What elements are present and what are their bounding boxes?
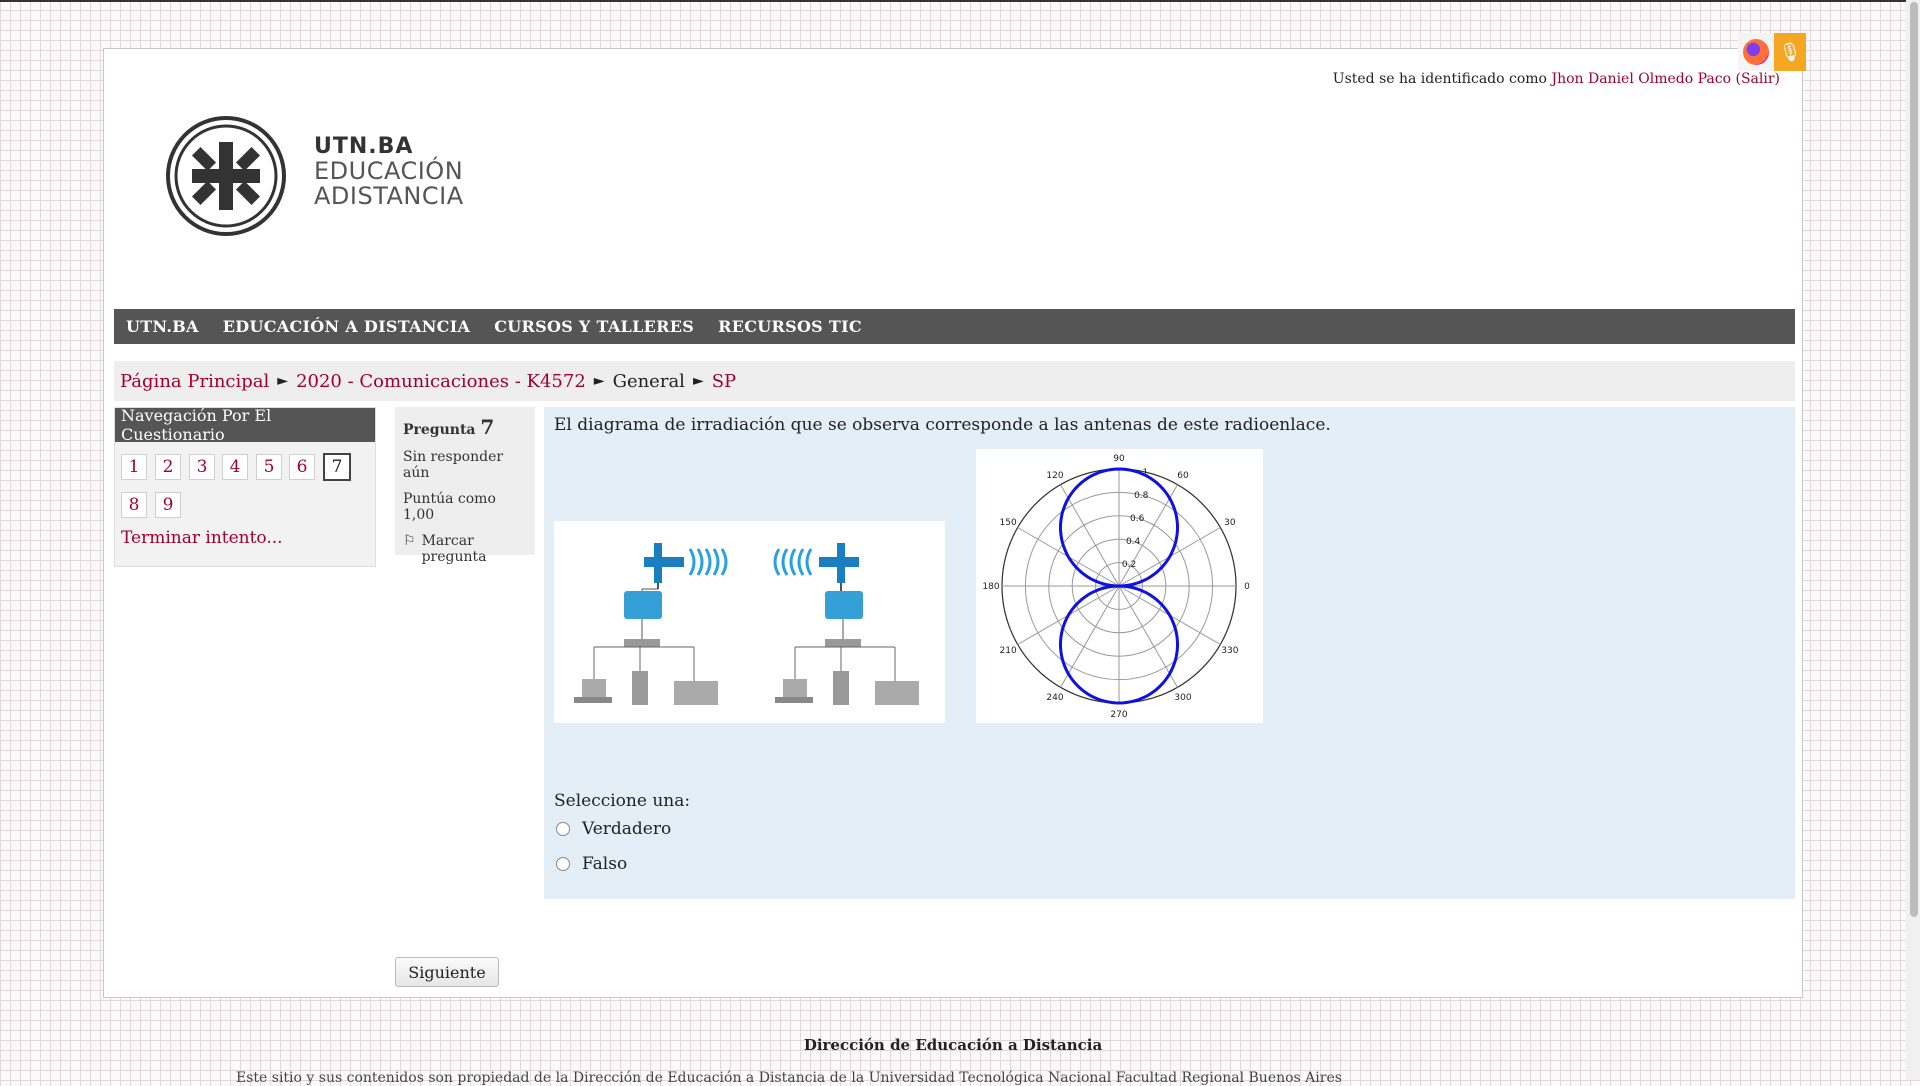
firefox-icon bbox=[1743, 39, 1769, 65]
radio-falso[interactable] bbox=[556, 857, 570, 871]
polar-angle-label: 60 bbox=[1177, 471, 1189, 481]
option-falso-label: Falso bbox=[582, 854, 628, 874]
question-status: Sin responder aún bbox=[403, 449, 504, 481]
question-button-2[interactable]: 2 bbox=[155, 454, 181, 480]
polar-angle-label: 240 bbox=[1046, 693, 1063, 703]
polar-angle-label: 120 bbox=[1046, 471, 1063, 481]
breadcrumb-quiz[interactable]: SP bbox=[712, 371, 736, 392]
firefox-extension-button[interactable] bbox=[1738, 33, 1774, 71]
breadcrumb-home[interactable]: Página Principal bbox=[120, 371, 269, 392]
logo-line-2: EDUCACIÓN bbox=[314, 157, 464, 185]
polar-angle-label: 330 bbox=[1221, 646, 1238, 656]
question-button-8[interactable]: 8 bbox=[121, 492, 147, 518]
question-button-1[interactable]: 1 bbox=[121, 454, 147, 480]
flag-icon: ⚐ bbox=[403, 533, 416, 549]
question-info: Pregunta 7 Sin responder aún Puntúa como… bbox=[395, 407, 535, 565]
polar-radius-label: 0.2 bbox=[1122, 560, 1136, 570]
utn-logo[interactable]: UTN.BA EDUCACIÓN ADISTANCIA bbox=[164, 114, 484, 239]
polar-spoke bbox=[1118, 585, 1178, 688]
breadcrumb-section: General bbox=[612, 370, 685, 392]
nav-item-cursos-y-talleres[interactable]: CURSOS Y TALLERES bbox=[482, 317, 706, 336]
question-button-5[interactable]: 5 bbox=[256, 454, 282, 480]
question-text: El diagrama de irradiación que se observ… bbox=[554, 415, 1331, 435]
breadcrumb-separator: ► bbox=[692, 373, 704, 389]
polar-angle-label: 90 bbox=[1113, 454, 1125, 464]
page-container: Usted se ha identificado como Jhon Danie… bbox=[103, 48, 1803, 998]
option-verdadero[interactable]: Verdadero bbox=[556, 819, 671, 839]
polar-radius-label: 0.6 bbox=[1130, 514, 1145, 524]
microphone-extension-button[interactable]: 🎙 bbox=[1774, 33, 1806, 71]
polar-spoke bbox=[1060, 484, 1120, 587]
breadcrumb-course[interactable]: 2020 - Comunicaciones - K4572 bbox=[296, 371, 586, 392]
breadcrumb-separator: ► bbox=[593, 373, 605, 389]
question-number-value: 7 bbox=[480, 415, 495, 439]
question-button-3[interactable]: 3 bbox=[189, 454, 215, 480]
flag-question-toggle[interactable]: ⚐ Marcar pregunta bbox=[403, 533, 527, 565]
radio-link-network-image bbox=[554, 521, 945, 723]
polar-radiation-diagram: 9060300330300270240210180150120 10.80.60.… bbox=[982, 454, 1250, 720]
logo-line-3: ADISTANCIA bbox=[314, 182, 464, 210]
radio-verdadero[interactable] bbox=[556, 822, 570, 836]
login-prefix: Usted se ha identificado como bbox=[1332, 71, 1547, 87]
flag-question-label: Marcar pregunta bbox=[421, 533, 487, 565]
polar-spoke bbox=[1060, 585, 1120, 688]
polar-angle-label: 0 bbox=[1244, 582, 1250, 592]
polar-angle-label: 180 bbox=[982, 582, 999, 592]
nav-item-utnba[interactable]: UTN.BA bbox=[114, 317, 211, 336]
question-score: Puntúa como 1,00 bbox=[403, 491, 496, 523]
polar-angle-label: 300 bbox=[1174, 693, 1191, 703]
quiz-navigation-title: Navegación Por El Cuestionario bbox=[115, 406, 375, 444]
logout-link[interactable]: (Salir) bbox=[1735, 71, 1780, 87]
question-content: El diagrama de irradiación que se observ… bbox=[544, 407, 1795, 899]
finish-attempt-link[interactable]: Terminar intento... bbox=[121, 528, 283, 548]
scrollbar-thumb[interactable] bbox=[1910, 2, 1918, 917]
browser-extension-icons: 🎙 bbox=[1738, 33, 1806, 71]
main-navbar: UTN.BA EDUCACIÓN A DISTANCIA CURSOS Y TA… bbox=[114, 309, 1795, 344]
question-button-6[interactable]: 6 bbox=[289, 454, 315, 480]
microphone-icon: 🎙 bbox=[1778, 41, 1802, 63]
user-profile-link[interactable]: Jhon Daniel Olmedo Paco bbox=[1551, 71, 1731, 87]
footer-text: Este sitio y sus contenidos son propieda… bbox=[236, 1070, 1342, 1086]
nav-item-recursos-tic[interactable]: RECURSOS TIC bbox=[706, 317, 874, 336]
question-button-9[interactable]: 9 bbox=[155, 492, 181, 518]
breadcrumb-separator: ► bbox=[277, 373, 289, 389]
vertical-scrollbar[interactable] bbox=[1906, 0, 1920, 1080]
quiz-navigation-block: Navegación Por El Cuestionario 1 2 3 4 5… bbox=[114, 406, 376, 567]
question-button-7-current[interactable]: 7 bbox=[323, 453, 351, 481]
left-antenna-site bbox=[574, 543, 728, 705]
polar-angle-label: 30 bbox=[1224, 518, 1236, 528]
radio-link-diagram bbox=[574, 543, 919, 705]
window-top-border bbox=[0, 0, 1920, 2]
breadcrumb: Página Principal ► 2020 - Comunicaciones… bbox=[114, 361, 1795, 401]
question-label: Pregunta bbox=[403, 422, 476, 438]
option-falso[interactable]: Falso bbox=[556, 854, 627, 874]
login-info: Usted se ha identificado como Jhon Danie… bbox=[1333, 71, 1780, 87]
nav-item-educacion-a-distancia[interactable]: EDUCACIÓN A DISTANCIA bbox=[211, 317, 482, 336]
option-verdadero-label: Verdadero bbox=[582, 819, 672, 839]
footer-title: Dirección de Educación a Distancia bbox=[803, 1036, 1103, 1054]
polar-angle-label: 150 bbox=[1000, 518, 1017, 528]
radiation-pattern-image: 90 60 30 0 330 300 270 240 210 180 150 120 1 0.8 0.6 0.… bbox=[976, 449, 1263, 723]
logo-line-1: UTN.BA bbox=[314, 134, 414, 159]
logo-text: UTN.BA EDUCACIÓN ADISTANCIA bbox=[314, 134, 464, 209]
utn-emblem-icon bbox=[166, 116, 286, 236]
question-button-4[interactable]: 4 bbox=[222, 454, 248, 480]
answer-prompt: Seleccione una: bbox=[554, 791, 691, 811]
polar-angle-label: 270 bbox=[1110, 710, 1127, 720]
polar-radius-label: 0.4 bbox=[1126, 537, 1141, 547]
right-antenna-site bbox=[773, 543, 919, 705]
polar-radius-label: 0.8 bbox=[1134, 491, 1149, 501]
question-number: Pregunta 7 bbox=[403, 415, 527, 439]
polar-angle-label: 210 bbox=[1000, 646, 1017, 656]
next-button[interactable]: Siguiente bbox=[395, 957, 499, 987]
